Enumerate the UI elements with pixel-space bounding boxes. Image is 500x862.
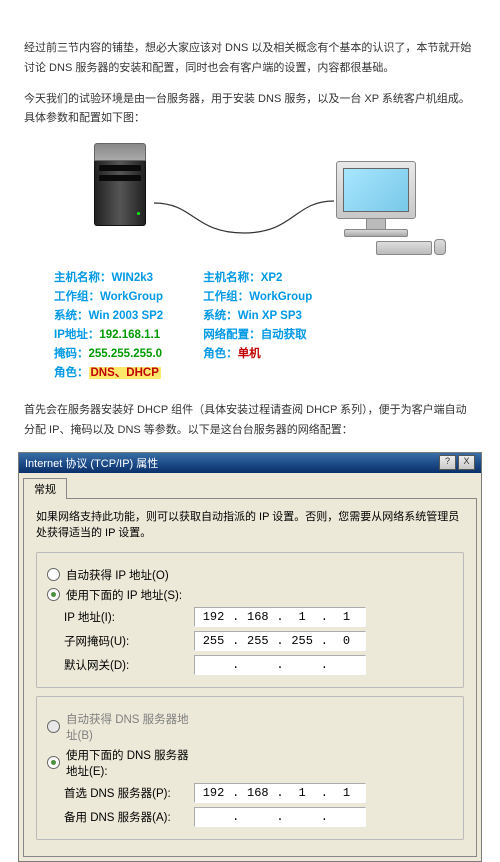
label-ip: IP 地址(I): bbox=[64, 609, 194, 625]
preferred-dns-field[interactable]: 192.168.1.1 bbox=[194, 783, 366, 803]
label-pref-dns: 首选 DNS 服务器(P): bbox=[64, 785, 194, 801]
ip-address-field[interactable]: 192.168.1.1 bbox=[194, 607, 366, 627]
radio-manual-ip[interactable] bbox=[47, 588, 60, 601]
client-pc-icon bbox=[336, 161, 416, 237]
ip-group: 自动获得 IP 地址(O) 使用下面的 IP 地址(S): IP 地址(I): … bbox=[36, 552, 464, 688]
dialog-hint: 如果网络支持此功能，则可以获取自动指派的 IP 设置。否则，您需要从网络系统管理… bbox=[36, 509, 464, 542]
close-button[interactable]: X bbox=[458, 455, 475, 470]
radio-auto-ip[interactable] bbox=[47, 568, 60, 581]
client-specs: 主机名称：XP2 工作组：WorkGroup 系统：Win XP SP3 网络配… bbox=[203, 269, 312, 383]
tab-general[interactable]: 常规 bbox=[23, 478, 67, 499]
radio-manual-dns[interactable] bbox=[47, 756, 60, 769]
label-gateway: 默认网关(D): bbox=[64, 657, 194, 673]
intro-para-1: 经过前三节内容的铺垫，想必大家应该对 DNS 以及相关概念有个基本的认识了，本节… bbox=[24, 39, 476, 79]
dialog-title: Internet 协议 (TCP/IP) 属性 bbox=[25, 455, 158, 471]
dns-group: 自动获得 DNS 服务器地址(B) 使用下面的 DNS 服务器地址(E): 首选… bbox=[36, 696, 464, 840]
gateway-field[interactable]: ... bbox=[194, 655, 366, 675]
network-cable bbox=[154, 193, 334, 253]
intro-para-2: 今天我们的试验环境是由一台服务器，用于安装 DNS 服务，以及一台 XP 系统客… bbox=[24, 90, 476, 130]
label-alt-dns: 备用 DNS 服务器(A): bbox=[64, 809, 194, 825]
label-mask: 子网掩码(U): bbox=[64, 633, 194, 649]
mid-para: 首先会在服务器安装好 DHCP 组件（具体安装过程请查阅 DHCP 系列），便于… bbox=[24, 401, 476, 441]
radio-auto-dns bbox=[47, 720, 60, 733]
server-icon bbox=[94, 143, 144, 226]
help-button[interactable]: ? bbox=[439, 455, 456, 470]
tcpip-properties-dialog: Internet 协议 (TCP/IP) 属性 ? X 常规 如果网络支持此功能… bbox=[18, 452, 482, 862]
dialog-titlebar: Internet 协议 (TCP/IP) 属性 ? X bbox=[19, 453, 481, 473]
network-diagram bbox=[24, 143, 476, 263]
alternate-dns-field[interactable]: ... bbox=[194, 807, 366, 827]
subnet-mask-field[interactable]: 255.255.255.0 bbox=[194, 631, 366, 651]
server-specs: 主机名称：WIN2k3 工作组：WorkGroup 系统：Win 2003 SP… bbox=[54, 269, 163, 383]
